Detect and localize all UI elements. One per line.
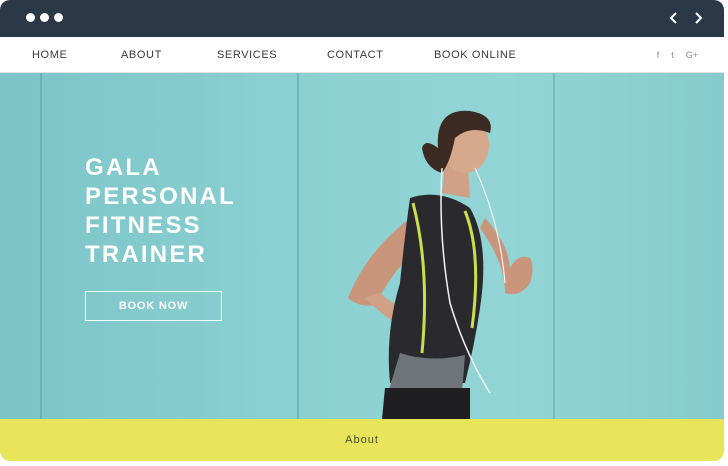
nav-item-about[interactable]: ABOUT — [121, 37, 162, 73]
window-dots — [26, 13, 63, 22]
facebook-icon[interactable]: f — [657, 50, 660, 60]
social-links: f t G+ — [657, 37, 698, 73]
about-section-strip: About — [0, 419, 724, 461]
about-link[interactable]: About — [345, 434, 379, 446]
nav-item-contact[interactable]: CONTACT — [327, 37, 384, 73]
book-now-button[interactable]: BOOK NOW — [85, 291, 222, 321]
window-dot — [40, 13, 49, 22]
nav-item-services[interactable]: SERVICES — [217, 37, 277, 73]
hero-title-line: TRAINER — [85, 241, 208, 268]
hero-title-line: FITNESS — [85, 212, 202, 239]
wall-seam — [40, 73, 42, 419]
hero-title-line: GALA — [85, 154, 162, 181]
window-dot — [26, 13, 35, 22]
nav-item-book-online[interactable]: BOOK ONLINE — [434, 37, 516, 73]
runner-photo — [348, 110, 533, 419]
hero-title-line: PERSONAL — [85, 183, 236, 210]
back-arrow-icon[interactable] — [666, 7, 680, 29]
wall-seam — [297, 73, 299, 419]
hero-title: GALA PERSONAL FITNESS TRAINER — [85, 153, 285, 269]
forward-arrow-icon[interactable] — [692, 7, 706, 29]
browser-nav-buttons — [666, 7, 706, 29]
google-plus-icon[interactable]: G+ — [686, 50, 698, 60]
nav-item-home[interactable]: HOME — [32, 37, 67, 73]
twitter-icon[interactable]: t — [671, 50, 674, 60]
browser-window: HOME ABOUT SERVICES CONTACT BOOK ONLINE … — [0, 0, 724, 461]
site-navigation: HOME ABOUT SERVICES CONTACT BOOK ONLINE … — [0, 37, 724, 73]
window-dot — [54, 13, 63, 22]
browser-title-bar — [0, 0, 724, 37]
hero-section: GALA PERSONAL FITNESS TRAINER BOOK NOW — [0, 73, 724, 419]
